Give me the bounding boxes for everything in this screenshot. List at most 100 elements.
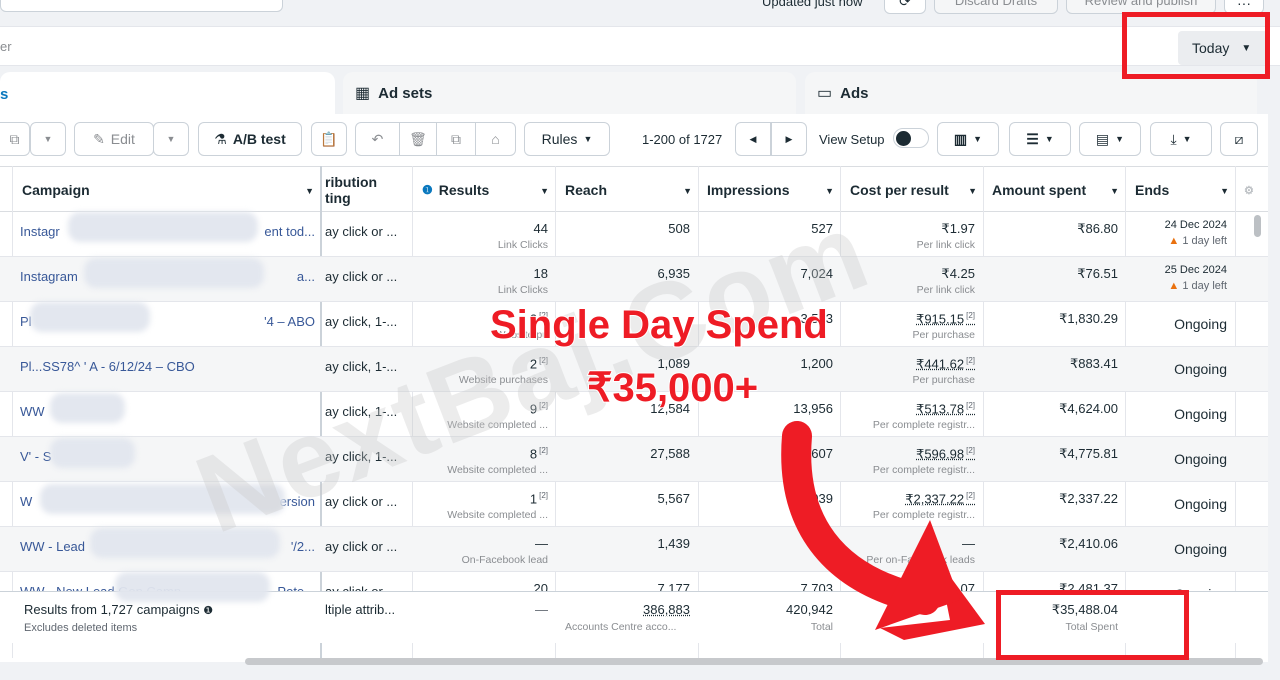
cost-per-result-value: ₹4.25 (941, 266, 975, 281)
caret-down-icon: ▼ (1220, 186, 1229, 196)
tab-ad-sets[interactable]: ▦ Ad sets (343, 72, 796, 114)
vertical-scrollbar[interactable] (1254, 215, 1261, 237)
prev-page-button[interactable]: ◀ (735, 122, 771, 156)
discard-drafts-button[interactable]: Discard Drafts (934, 0, 1058, 14)
ends-cell: Ongoing (1135, 527, 1227, 572)
cost-per-result-value: ₹2,337.22 [2] (905, 491, 975, 507)
reach-value: 508 (668, 221, 690, 236)
toggle-knob (896, 131, 911, 146)
table-row[interactable]: V' - Say click, 1-... 8 [2] Website complet… (0, 437, 1268, 482)
col-impressions[interactable]: Impressions ▼ (707, 167, 840, 213)
filter-row: er Today ▼ (0, 26, 1280, 66)
results-value: — (535, 536, 548, 551)
undo-button[interactable]: ↶ (355, 122, 400, 156)
account-selector[interactable] (0, 0, 283, 12)
ends-cell: Ongoing (1135, 302, 1227, 347)
columns-icon: ▥ (953, 130, 968, 147)
amount-spent-value: ₹4,775.81 (1059, 446, 1118, 461)
caret-down-icon: ▼ (683, 186, 692, 196)
duplicate-menu-button[interactable]: ▼ (30, 122, 66, 156)
impressions-value: 13,956 (793, 401, 833, 416)
results-value: 44 (533, 221, 548, 236)
cost-per-result-type: Per link click (916, 284, 975, 296)
cost-per-result-type: Per complete registr... (872, 419, 975, 431)
preview-icon: ⧉ (451, 130, 461, 147)
privacy-blur (40, 484, 285, 514)
reach-value: 5,567 (657, 491, 690, 506)
col-attribution-line2: ting (325, 190, 351, 206)
results-type: On-Facebook lead (461, 554, 548, 566)
col-amount-spent-label: Amount spent (992, 182, 1087, 198)
privacy-blur (50, 393, 125, 423)
col-attribution[interactable]: ribution ting (325, 167, 410, 213)
amount-spent-value: ₹2,410.06 (1059, 536, 1118, 551)
undo-icon: ↶ (371, 130, 384, 147)
preview-button[interactable]: ⧉ (436, 122, 476, 156)
results-type: Website completed ... (447, 464, 548, 476)
totals-impressions-sub: Total (810, 621, 833, 633)
col-reach[interactable]: Reach ▼ (565, 167, 698, 213)
overlay-amount: ₹35,000+ (586, 365, 759, 411)
col-reach-label: Reach (565, 182, 608, 198)
totals-cpr: — (962, 602, 975, 617)
totals-reach: 386,883 (643, 602, 690, 617)
col-ends[interactable]: Ends ▼ (1135, 167, 1235, 213)
pagination-text: 1-200 of 1727 (642, 132, 723, 147)
results-type: Website completed ... (447, 419, 548, 431)
settings-gear-icon[interactable]: ⚙ (1244, 167, 1258, 213)
ab-test-label: A/B test (232, 131, 286, 147)
edit-label: Edit (110, 131, 135, 147)
breakdown-icon: ☰ (1026, 130, 1039, 147)
results-value: 9 [2] (529, 401, 548, 417)
caret-down-icon: ▼ (973, 134, 983, 144)
rules-button[interactable]: Rules ▼ (524, 122, 610, 156)
tab-campaigns[interactable]: s (0, 72, 335, 116)
results-value: 1 [2] (529, 491, 548, 507)
caret-down-icon: ▼ (305, 186, 314, 196)
ends-cell: 25 Dec 2024 ▲ 1 day left (1135, 257, 1227, 302)
edit-menu-button[interactable]: ▼ (153, 122, 189, 156)
cost-per-result-value: — (962, 536, 975, 551)
col-results[interactable]: ❶ Results ▼ (422, 167, 555, 213)
search-filter-input[interactable]: er (0, 39, 12, 54)
impressions-value: 1,200 (800, 356, 833, 371)
download-icon: ⤓ (1170, 130, 1177, 147)
impressions-value: 32,607 (793, 446, 833, 461)
cost-per-result-type: Per on-Facebook leads (866, 554, 975, 566)
breakdown-button[interactable]: ☰ ▼ (1009, 122, 1071, 156)
col-cpr-label: Cost per result (850, 182, 949, 198)
duplicate-button[interactable]: ⧉ (0, 122, 30, 156)
amount-spent-value: ₹2,337.22 (1059, 491, 1118, 506)
reach-value: 1,439 (657, 536, 690, 551)
export-button[interactable]: ⤓ ▼ (1150, 122, 1212, 156)
col-amount-spent[interactable]: Amount spent ▼ (992, 167, 1125, 213)
cost-per-result-value: ₹596.98 [2] (916, 446, 975, 462)
col-impressions-label: Impressions (707, 182, 790, 198)
edit-button[interactable]: ✎ Edit (74, 122, 154, 156)
pencil-icon: ✎ (93, 130, 105, 147)
refresh-button[interactable]: ⟳ (884, 0, 926, 14)
ends-cell: 24 Dec 2024 ▲ 1 day left (1135, 212, 1227, 257)
totals-sub: Excludes deleted items (24, 622, 138, 634)
tag-button[interactable]: ⌂ (475, 122, 516, 156)
days-left: ▲ 1 day left (1168, 235, 1227, 247)
updated-status: Updated just now (762, 0, 863, 9)
columns-button[interactable]: ▥ ▼ (937, 122, 999, 156)
tab-ads-label: Ads (840, 84, 869, 102)
col-campaign[interactable]: Campaign ▼ (22, 167, 320, 213)
overlay-headline: Single Day Spend (489, 302, 829, 348)
chart-button[interactable]: ⧄ (1220, 122, 1258, 156)
caret-down-icon: ▼ (43, 134, 53, 144)
col-cost-per-result[interactable]: Cost per result ▼ (850, 167, 983, 213)
next-page-button[interactable]: ▶ (771, 122, 807, 156)
delete-button[interactable]: 🗑 (399, 122, 437, 156)
view-setup-toggle[interactable] (893, 128, 929, 148)
clipboard-icon: 📋 (320, 130, 338, 147)
caret-down-icon: ▼ (1115, 134, 1125, 144)
privacy-blur (90, 528, 280, 558)
totals-label-wrap: Results from 1,727 campaigns ❶ (24, 602, 213, 617)
clipboard-button[interactable]: 📋 (311, 122, 347, 156)
ab-test-button[interactable]: ⚗ A/B test (198, 122, 302, 156)
cost-per-result-value: ₹441.62 [2] (916, 356, 975, 372)
reports-button[interactable]: ▤ ▼ (1079, 122, 1141, 156)
